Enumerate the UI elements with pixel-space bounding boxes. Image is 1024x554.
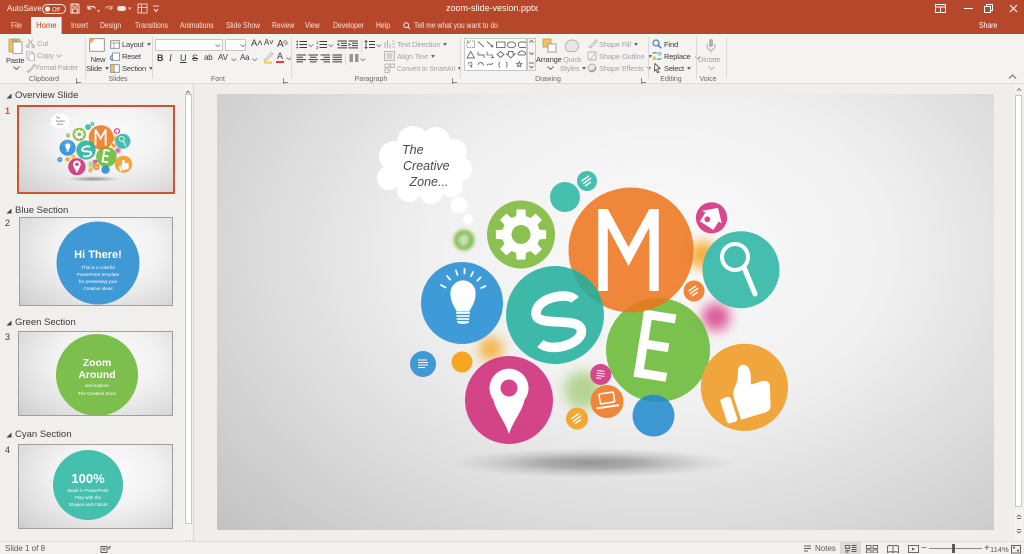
svg-text:PowerPoint template: PowerPoint template (77, 272, 120, 277)
svg-text:Shapes and Colors: Shapes and Colors (68, 502, 108, 507)
svg-text:for presenting your: for presenting your (79, 279, 118, 284)
svg-text:100%: 100% (71, 471, 105, 486)
svg-text:Around: Around (78, 369, 115, 381)
svg-text:Zoom: Zoom (83, 357, 112, 369)
svg-text:Hi There!: Hi There! (74, 249, 122, 261)
svg-text:Play with the: Play with the (75, 495, 101, 500)
svg-text:Made in PowerPoint: Made in PowerPoint (67, 488, 109, 493)
svg-text:and explore: and explore (85, 383, 109, 388)
svg-text:This is a colorful: This is a colorful (81, 265, 114, 270)
svg-text:2: 2 (316, 45, 319, 49)
svg-text:Off: Off (52, 7, 60, 13)
svg-text:Creative ideas: Creative ideas (83, 286, 113, 291)
svg-text:A: A (277, 39, 284, 49)
svg-text:The Creative Zone: The Creative Zone (78, 391, 116, 396)
